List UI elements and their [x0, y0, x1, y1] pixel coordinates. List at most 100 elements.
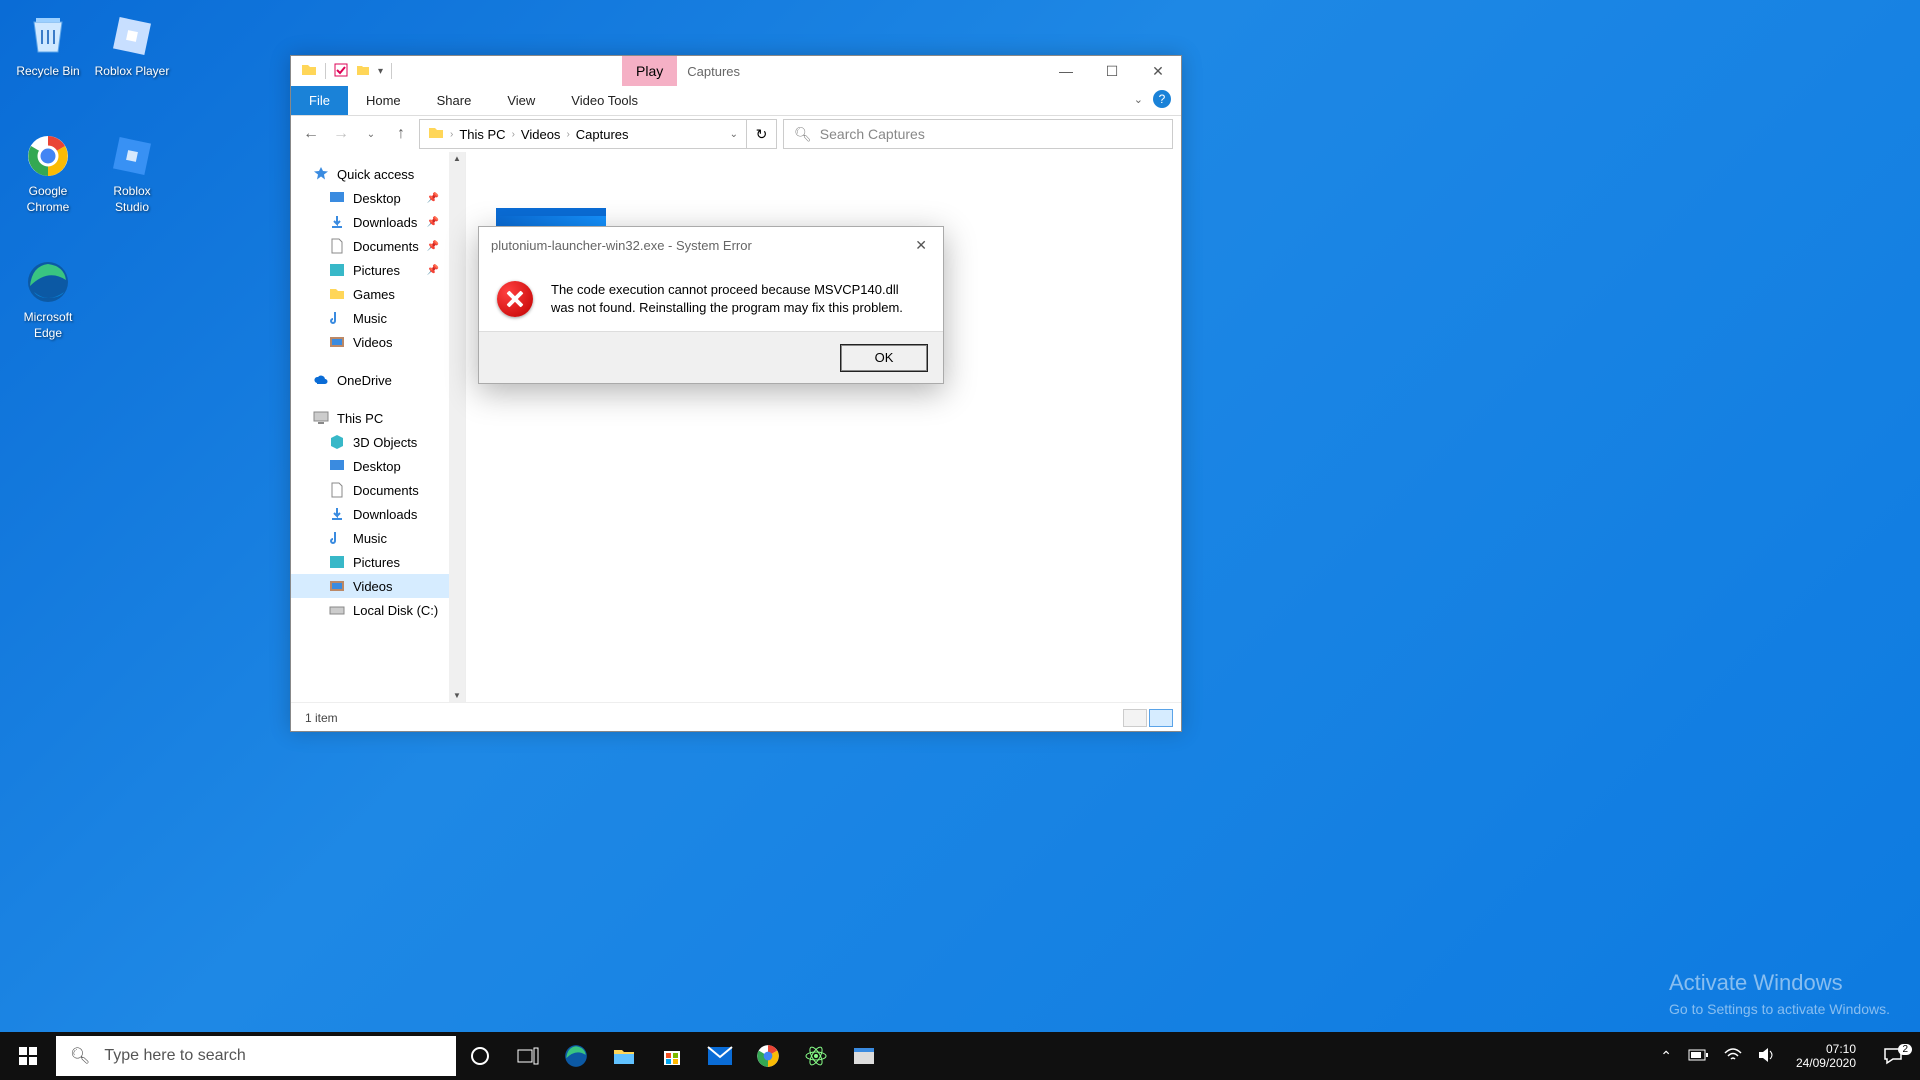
- taskbar-explorer[interactable]: [600, 1032, 648, 1080]
- search-placeholder: Type here to search: [104, 1047, 245, 1065]
- music-icon: [329, 530, 345, 546]
- taskbar-chrome[interactable]: [744, 1032, 792, 1080]
- taskbar-edge[interactable]: [552, 1032, 600, 1080]
- nav-item-games[interactable]: Games: [291, 282, 465, 306]
- item-count: 1 item: [305, 711, 338, 725]
- tray-volume-icon[interactable]: [1754, 1047, 1780, 1066]
- taskbar-app-atom[interactable]: [792, 1032, 840, 1080]
- help-icon[interactable]: ?: [1153, 90, 1171, 108]
- dialog-title: plutonium-launcher-win32.exe - System Er…: [491, 238, 752, 253]
- nav-onedrive[interactable]: OneDrive: [291, 368, 465, 392]
- start-button[interactable]: [0, 1032, 56, 1080]
- watermark-heading: Activate Windows: [1669, 966, 1890, 999]
- nav-item-pictures[interactable]: Pictures📌: [291, 258, 465, 282]
- breadcrumb-segment[interactable]: Captures: [576, 127, 629, 142]
- tray-battery-icon[interactable]: [1684, 1048, 1712, 1064]
- refresh-button[interactable]: ↻: [747, 119, 777, 149]
- picture-icon: [329, 554, 345, 570]
- maximize-button[interactable]: ☐: [1089, 56, 1135, 86]
- nav-pc-desktop[interactable]: Desktop: [291, 454, 465, 478]
- nav-item-downloads[interactable]: Downloads📌: [291, 210, 465, 234]
- ribbon-tab-home[interactable]: Home: [348, 86, 419, 115]
- desktop-icon-recycle-bin[interactable]: Recycle Bin: [8, 12, 88, 80]
- chevron-down-icon[interactable]: ⌄: [1134, 93, 1143, 106]
- quick-access-toolbar: ▾: [291, 56, 392, 86]
- close-button[interactable]: ✕: [1135, 56, 1181, 86]
- taskbar-app-window[interactable]: [840, 1032, 888, 1080]
- disk-icon: [329, 602, 345, 618]
- nav-pc-music[interactable]: Music: [291, 526, 465, 550]
- roblox-icon: [108, 12, 156, 60]
- nav-item-desktop[interactable]: Desktop📌: [291, 186, 465, 210]
- tray-wifi-icon[interactable]: [1720, 1048, 1746, 1065]
- scroll-up-icon[interactable]: ▲: [453, 154, 461, 163]
- thumbnails-view-button[interactable]: [1149, 709, 1173, 727]
- chrome-icon: [24, 132, 72, 180]
- ribbon-tab-video-tools[interactable]: Video Tools: [553, 86, 656, 115]
- nav-item-videos[interactable]: Videos: [291, 330, 465, 354]
- back-button[interactable]: ←: [299, 122, 323, 146]
- nav-pc-pictures[interactable]: Pictures: [291, 550, 465, 574]
- details-view-button[interactable]: [1123, 709, 1147, 727]
- nav-quick-access[interactable]: Quick access: [291, 162, 465, 186]
- cube-icon: [329, 434, 345, 450]
- chevron-right-icon: ›: [566, 129, 569, 140]
- folder-small-icon[interactable]: [356, 63, 370, 80]
- nav-pc-local-disk[interactable]: Local Disk (C:): [291, 598, 465, 622]
- equals-icon[interactable]: ▾: [378, 66, 383, 77]
- breadcrumb-segment[interactable]: Videos: [521, 127, 561, 142]
- activation-watermark: Activate Windows Go to Settings to activ…: [1669, 966, 1890, 1020]
- nav-pc-3dobjects[interactable]: 3D Objects: [291, 430, 465, 454]
- ribbon-tab-share[interactable]: Share: [419, 86, 490, 115]
- nav-item-documents[interactable]: Documents📌: [291, 234, 465, 258]
- dialog-close-button[interactable]: ✕: [911, 233, 931, 258]
- nav-this-pc[interactable]: This PC: [291, 406, 465, 430]
- nav-pc-videos[interactable]: Videos: [291, 574, 465, 598]
- ribbon-help: ⌄ ?: [1134, 90, 1171, 108]
- desktop-icon-microsoft-edge[interactable]: Microsoft Edge: [8, 258, 88, 341]
- desktop-icon: [329, 190, 345, 206]
- checkbox-icon[interactable]: [334, 63, 348, 80]
- tray-clock[interactable]: 07:10 24/09/2020: [1788, 1042, 1864, 1071]
- tray-chevron-up-icon[interactable]: ⌃: [1656, 1048, 1676, 1065]
- ribbon-tab-view[interactable]: View: [489, 86, 553, 115]
- desktop-icon-label: Roblox Player: [92, 64, 172, 80]
- cortana-button[interactable]: [456, 1032, 504, 1080]
- scroll-down-icon[interactable]: ▼: [453, 691, 461, 700]
- nav-pc-downloads[interactable]: Downloads: [291, 502, 465, 526]
- titlebar[interactable]: ▾ Play Captures — ☐ ✕: [291, 56, 1181, 86]
- forward-button[interactable]: →: [329, 122, 353, 146]
- status-bar: 1 item: [291, 702, 1181, 732]
- ribbon-tab-file[interactable]: File: [291, 86, 348, 115]
- edge-icon: [24, 258, 72, 306]
- tray-date: 24/09/2020: [1796, 1056, 1856, 1070]
- nav-pc-documents[interactable]: Documents: [291, 478, 465, 502]
- taskbar-search[interactable]: 🔍︎ Type here to search: [56, 1036, 456, 1076]
- desktop-icon-roblox-player[interactable]: Roblox Player: [92, 12, 172, 80]
- tray-notifications[interactable]: 2: [1872, 1047, 1914, 1065]
- download-icon: [329, 214, 345, 230]
- recent-dropdown[interactable]: ⌄: [359, 122, 383, 146]
- desktop-icon-google-chrome[interactable]: Google Chrome: [8, 132, 88, 215]
- breadcrumb[interactable]: › This PC › Videos › Captures ⌄: [419, 119, 747, 149]
- breadcrumb-segment[interactable]: This PC: [459, 127, 505, 142]
- up-button[interactable]: ↑: [389, 122, 413, 146]
- dialog-footer: OK: [479, 331, 943, 383]
- ok-button[interactable]: OK: [841, 345, 927, 371]
- sidebar-scrollbar[interactable]: ▲ ▼: [449, 152, 465, 702]
- desktop-icon-roblox-studio[interactable]: Roblox Studio: [92, 132, 172, 215]
- task-view-button[interactable]: [504, 1032, 552, 1080]
- folder-icon: [329, 286, 345, 302]
- contextual-tab-play[interactable]: Play: [622, 56, 677, 86]
- desktop-icon-label: Roblox Studio: [92, 184, 172, 215]
- taskbar-mail[interactable]: [696, 1032, 744, 1080]
- search-box[interactable]: 🔍︎ Search Captures: [783, 119, 1173, 149]
- system-tray: ⌃ 07:10 24/09/2020 2: [1656, 1042, 1920, 1071]
- dialog-titlebar[interactable]: plutonium-launcher-win32.exe - System Er…: [479, 227, 943, 263]
- nav-item-music[interactable]: Music: [291, 306, 465, 330]
- video-icon: [329, 334, 345, 350]
- taskbar-store[interactable]: [648, 1032, 696, 1080]
- dialog-message: The code execution cannot proceed becaus…: [551, 281, 925, 317]
- chevron-down-icon[interactable]: ⌄: [730, 129, 738, 140]
- minimize-button[interactable]: —: [1043, 56, 1089, 86]
